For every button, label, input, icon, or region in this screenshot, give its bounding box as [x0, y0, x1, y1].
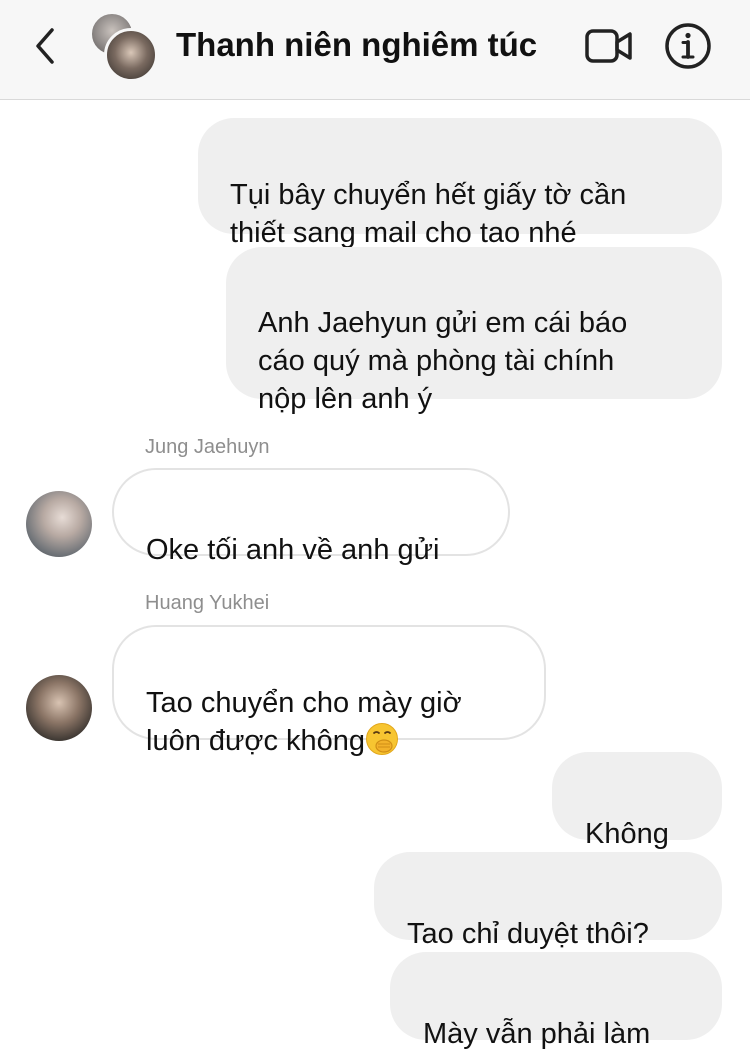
message-text: Không: [585, 818, 669, 850]
video-camera-icon: [585, 29, 632, 63]
message-text: Mày vẫn phải làm: [423, 1018, 651, 1050]
message-bubble-outgoing[interactable]: Anh Jaehyun gửi em cái báo cáo quý mà ph…: [226, 247, 722, 415]
message-bubble-outgoing[interactable]: Không: [552, 752, 722, 850]
message-text: Tao chuyển cho mày giờ luôn được không: [146, 687, 462, 757]
message-text: Oke tối anh về anh gửi: [146, 534, 440, 566]
message-bubble-outgoing[interactable]: Tụi bây chuyển hết giấy tờ cần thiết san…: [198, 118, 722, 249]
info-button[interactable]: [664, 22, 712, 70]
back-button[interactable]: [28, 24, 64, 68]
chat-title[interactable]: Thanh niên nghiêm túc: [176, 24, 537, 66]
chat-header: Thanh niên nghiêm túc: [0, 0, 750, 100]
sender-name: Jung Jaehuyn: [145, 436, 270, 458]
message-bubble-outgoing[interactable]: Tao chỉ duyệt thôi?: [374, 852, 722, 950]
info-icon: [665, 23, 711, 69]
message-bubble-incoming[interactable]: Tao chuyển cho mày giờ luôn được không: [112, 625, 546, 757]
video-call-button[interactable]: [584, 26, 634, 66]
group-avatar-front: [104, 28, 158, 82]
chevron-left-icon: [36, 28, 54, 64]
sender-avatar[interactable]: [26, 675, 92, 741]
message-text: Tao chỉ duyệt thôi?: [407, 918, 649, 950]
sender-name: Huang Yukhei: [145, 592, 270, 614]
message-text: Tụi bây chuyển hết giấy tờ cần thiết san…: [230, 179, 627, 249]
sender-avatar[interactable]: [26, 491, 92, 557]
message-bubble-incoming[interactable]: Oke tối anh về anh gửi: [112, 468, 510, 566]
message-text: Anh Jaehyun gửi em cái báo cáo quý mà ph…: [258, 307, 628, 415]
face-with-hand-over-mouth-emoji: [366, 723, 399, 755]
message-bubble-outgoing[interactable]: Mày vẫn phải làm: [390, 952, 722, 1050]
group-avatar[interactable]: [90, 12, 160, 82]
